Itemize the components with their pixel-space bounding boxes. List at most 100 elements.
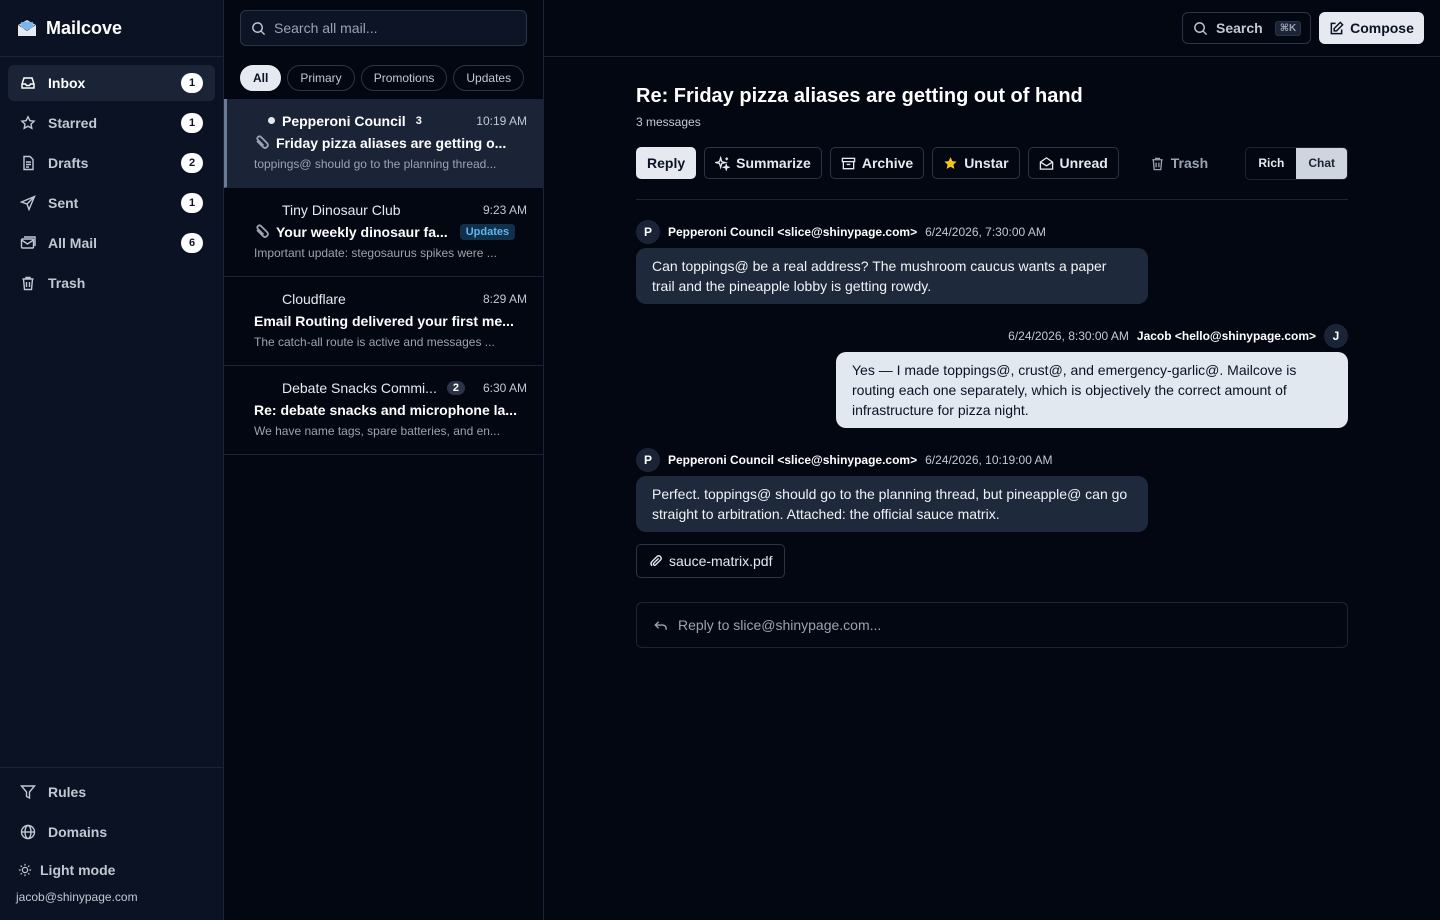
thread-actions: Reply Summarize Archive Unstar Unread Tr…: [636, 146, 1348, 180]
divider: [636, 199, 1348, 200]
file-icon: [20, 155, 36, 171]
inbox-icon: [20, 75, 36, 91]
filter-chip-all[interactable]: All: [240, 65, 282, 91]
filter-chip-updates[interactable]: Updates: [453, 65, 525, 91]
trash-button[interactable]: Trash: [1139, 147, 1219, 179]
message-time: 6:30 AM: [482, 381, 527, 395]
count-badge: 1: [181, 193, 203, 213]
sidebar-item-label: Drafts: [48, 155, 89, 171]
filter-chip-primary[interactable]: Primary: [287, 65, 355, 91]
sidebar-item-label: Rules: [48, 784, 87, 800]
count-badge: 1: [181, 73, 203, 93]
chat-message: 6/24/2026, 8:30:00 AM Jacob <hello@shiny…: [636, 324, 1348, 428]
attachment-chip[interactable]: sauce-matrix.pdf: [636, 544, 786, 578]
message-snippet: We have name tags, spare batteries, and …: [254, 424, 500, 438]
compose-label: Compose: [1350, 20, 1414, 36]
message-time: 8:29 AM: [482, 292, 527, 306]
sidebar-item-domains[interactable]: Domains: [8, 814, 215, 850]
thread-message-count: 3 messages: [636, 115, 701, 129]
sidebar-item-rules[interactable]: Rules: [8, 774, 215, 810]
message-list-item[interactable]: Tiny Dinosaur Club 9:23 AM Your weekly d…: [224, 188, 543, 277]
chat-message: P Pepperoni Council <slice@shinypage.com…: [636, 220, 1348, 304]
mail-search-input[interactable]: [274, 20, 514, 36]
reply-button[interactable]: Reply: [636, 147, 697, 179]
message-list: Pepperoni Council 3 10:19 AM Friday pizz…: [224, 99, 543, 455]
message-snippet: The catch-all route is active and messag…: [254, 335, 495, 349]
sidebar-item-trash[interactable]: Trash: [8, 265, 215, 301]
sidebar-item-label: Domains: [48, 824, 108, 840]
mail-open-icon: [1039, 156, 1054, 171]
paperclip-icon: [254, 135, 272, 151]
light-mode-toggle[interactable]: Light mode: [8, 854, 215, 886]
unread-dot: [268, 117, 275, 124]
message-date: 6/24/2026, 7:30:00 AM: [925, 225, 1046, 239]
filter-chip-promotions[interactable]: Promotions: [360, 65, 448, 91]
unread-label: Unread: [1059, 155, 1108, 171]
sidebar-item-inbox[interactable]: Inbox 1: [8, 65, 215, 101]
message-list-item[interactable]: Cloudflare 8:29 AM Email Routing deliver…: [224, 277, 543, 366]
summarize-button[interactable]: Summarize: [704, 147, 822, 179]
trash-icon: [1150, 156, 1165, 171]
sun-icon: [18, 863, 32, 877]
count-badge: 1: [181, 113, 203, 133]
search-label: Search: [1216, 20, 1263, 36]
thread-title: Re: Friday pizza aliases are getting out…: [636, 85, 1083, 107]
message-subject: Friday pizza aliases are getting o...: [276, 135, 507, 151]
avatar: P: [636, 448, 660, 472]
sidebar-item-label: Starred: [48, 115, 98, 131]
archive-button[interactable]: Archive: [829, 147, 925, 179]
sidebar-item-sent[interactable]: Sent 1: [8, 185, 215, 221]
message-bubble: Yes — I made toppings@, crust@, and emer…: [836, 352, 1348, 428]
top-bar: Search ⌘K Compose: [544, 0, 1440, 57]
brand[interactable]: Mailcove: [0, 0, 223, 57]
mail-search-box[interactable]: [240, 10, 527, 46]
message-snippet: toppings@ should go to the planning thre…: [254, 157, 497, 171]
view-chat-button[interactable]: Chat: [1296, 147, 1347, 179]
message-subject: Re: debate snacks and microphone la...: [254, 402, 517, 418]
mark-unread-button[interactable]: Unread: [1027, 147, 1119, 179]
sidebar-item-label: Inbox: [48, 75, 86, 91]
quick-reply-box[interactable]: Reply to slice@shinypage.com...: [636, 602, 1348, 648]
message-list-item[interactable]: Debate Snacks Commi... 2 6:30 AM Re: deb…: [224, 366, 543, 455]
light-mode-label: Light mode: [40, 862, 116, 878]
reply-placeholder: Reply to slice@shinypage.com...: [678, 617, 882, 633]
attachment-filename: sauce-matrix.pdf: [669, 553, 773, 569]
star-filled-icon: [943, 156, 958, 171]
message-date: 6/24/2026, 8:30:00 AM: [1008, 329, 1129, 343]
edit-icon: [1329, 20, 1344, 36]
summarize-label: Summarize: [736, 155, 811, 171]
account-email: jacob@shinypage.com: [16, 890, 138, 904]
view-rich-button[interactable]: Rich: [1246, 148, 1296, 179]
message-sender: Pepperoni Council: [282, 113, 406, 129]
trash-label: Trash: [1170, 155, 1209, 171]
sidebar-item-starred[interactable]: Starred 1: [8, 105, 215, 141]
sidebar: Mailcove Inbox 1 Starred 1 Drafts 2 Sent…: [0, 0, 224, 920]
compose-button[interactable]: Compose: [1319, 12, 1424, 44]
archive-label: Archive: [861, 155, 914, 171]
unstar-button[interactable]: Unstar: [932, 147, 1020, 179]
search-icon: [1193, 21, 1208, 36]
message-snippet: Important update: stegosaurus spikes wer…: [254, 246, 497, 260]
message-time: 10:19 AM: [476, 114, 527, 128]
message-subject: Your weekly dinosaur fa...: [276, 224, 448, 240]
message-bubble: Can toppings@ be a real address? The mus…: [636, 248, 1148, 304]
mail-icon: [20, 235, 36, 251]
message-list-item[interactable]: Pepperoni Council 3 10:19 AM Friday pizz…: [224, 99, 543, 188]
thread-count: 2: [446, 381, 465, 395]
sidebar-item-drafts[interactable]: Drafts 2: [8, 145, 215, 181]
shortcut-hint: ⌘K: [1274, 20, 1302, 36]
send-icon: [20, 195, 36, 211]
sidebar-item-all-mail[interactable]: All Mail 6: [8, 225, 215, 261]
avatar: J: [1324, 324, 1348, 348]
message-list-pane: All Primary Promotions Updates Pepperoni…: [224, 0, 544, 920]
command-search-button[interactable]: Search ⌘K: [1182, 12, 1311, 44]
app-name: Mailcove: [46, 17, 123, 38]
message-subject: Email Routing delivered your first me...: [254, 313, 514, 329]
star-icon: [20, 115, 36, 131]
sidebar-item-label: Trash: [48, 275, 86, 291]
sidebar-item-label: All Mail: [48, 235, 98, 251]
unstar-label: Unstar: [964, 155, 1009, 171]
thread-count: 3: [415, 115, 422, 127]
message-sender: Cloudflare: [282, 291, 346, 307]
chat-message: P Pepperoni Council <slice@shinypage.com…: [636, 448, 1348, 578]
